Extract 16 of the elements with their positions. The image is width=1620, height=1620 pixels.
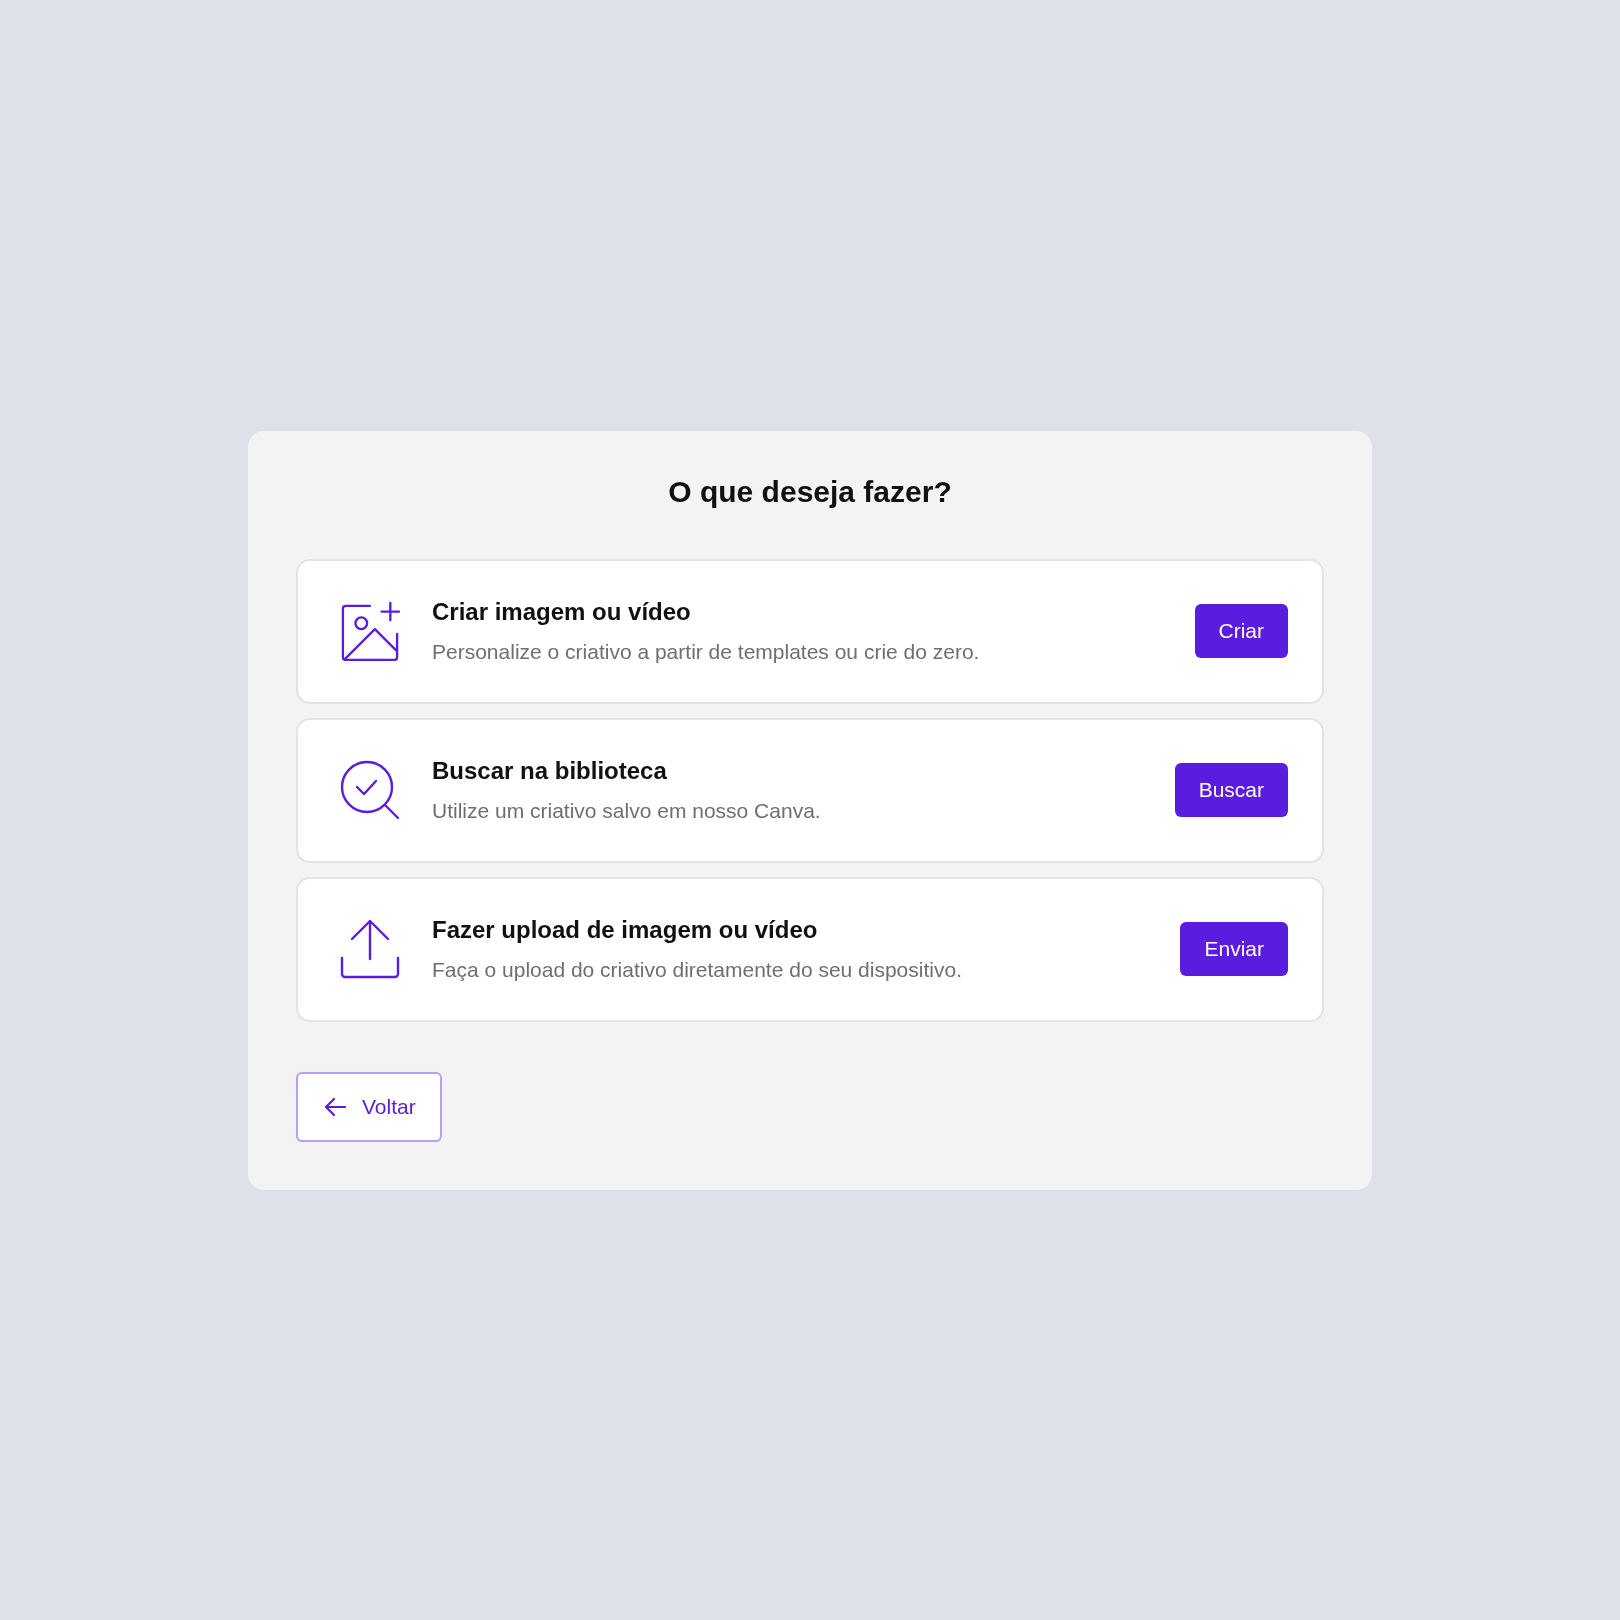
option-heading: Criar imagem ou vídeo <box>432 598 692 626</box>
back-button[interactable]: Voltar <box>296 1071 442 1142</box>
action-button[interactable]: Criar <box>1194 604 1288 658</box>
option-description: Faça o upload do criativo diretamente do seu dispositivo. <box>432 958 963 982</box>
option-description: Utilize um criativo salvo em nosso Canva. <box>432 799 822 823</box>
option-heading: Fazer upload de imagem ou vídeo <box>432 916 819 944</box>
back-label: Voltar <box>362 1094 416 1119</box>
action-button[interactable]: Enviar <box>1180 922 1288 976</box>
action-button[interactable]: Buscar <box>1174 763 1288 817</box>
search-check-icon <box>340 760 400 820</box>
dialog-title: O que deseja fazer? <box>667 474 953 509</box>
option-description: Personalize o criativo a partir de templates ou crie do zero. <box>432 640 981 664</box>
image-add-icon <box>340 601 400 661</box>
option-heading: Buscar na biblioteca <box>432 757 668 785</box>
upload-icon <box>340 919 400 979</box>
arrow-left-icon <box>324 1096 346 1117</box>
